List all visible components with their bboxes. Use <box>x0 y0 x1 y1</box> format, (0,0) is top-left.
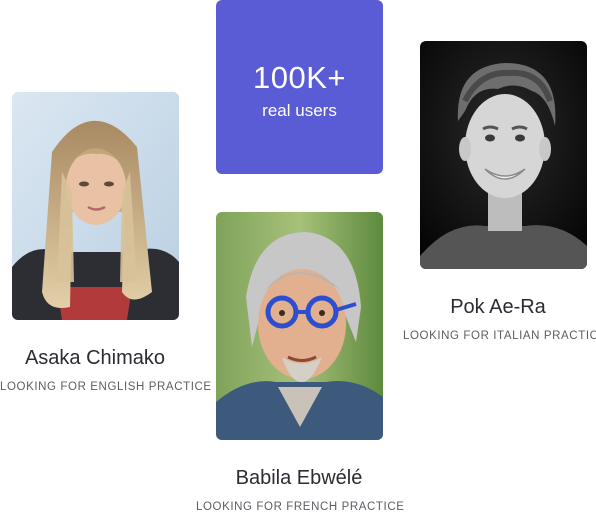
babila-ebwele-photo <box>216 212 383 440</box>
user-count-value: 100K+ <box>252 60 346 95</box>
pok-ae-ra-photo <box>420 41 587 269</box>
babila-ebwele-name: Babila Ebwélé <box>235 467 363 489</box>
user-count-card: 100K+ real users <box>216 0 383 174</box>
pok-ae-ra-subtitle: LOOKING FOR ITALIAN PRACTICE <box>403 330 596 342</box>
asaka-chimako-name: Asaka Chimako <box>24 347 166 369</box>
asaka-chimako-subtitle: LOOKING FOR ENGLISH PRACTICE <box>0 381 212 393</box>
pok-ae-ra-name: Pok Ae-Ra <box>450 296 546 318</box>
babila-ebwele-subtitle: LOOKING FOR FRENCH PRACTICE <box>196 501 405 513</box>
user-showcase: 100K+ real users Asaka Chimako LOOKING F… <box>0 0 596 513</box>
user-count-label: real users <box>262 101 337 120</box>
asaka-chimako-photo <box>12 92 179 320</box>
